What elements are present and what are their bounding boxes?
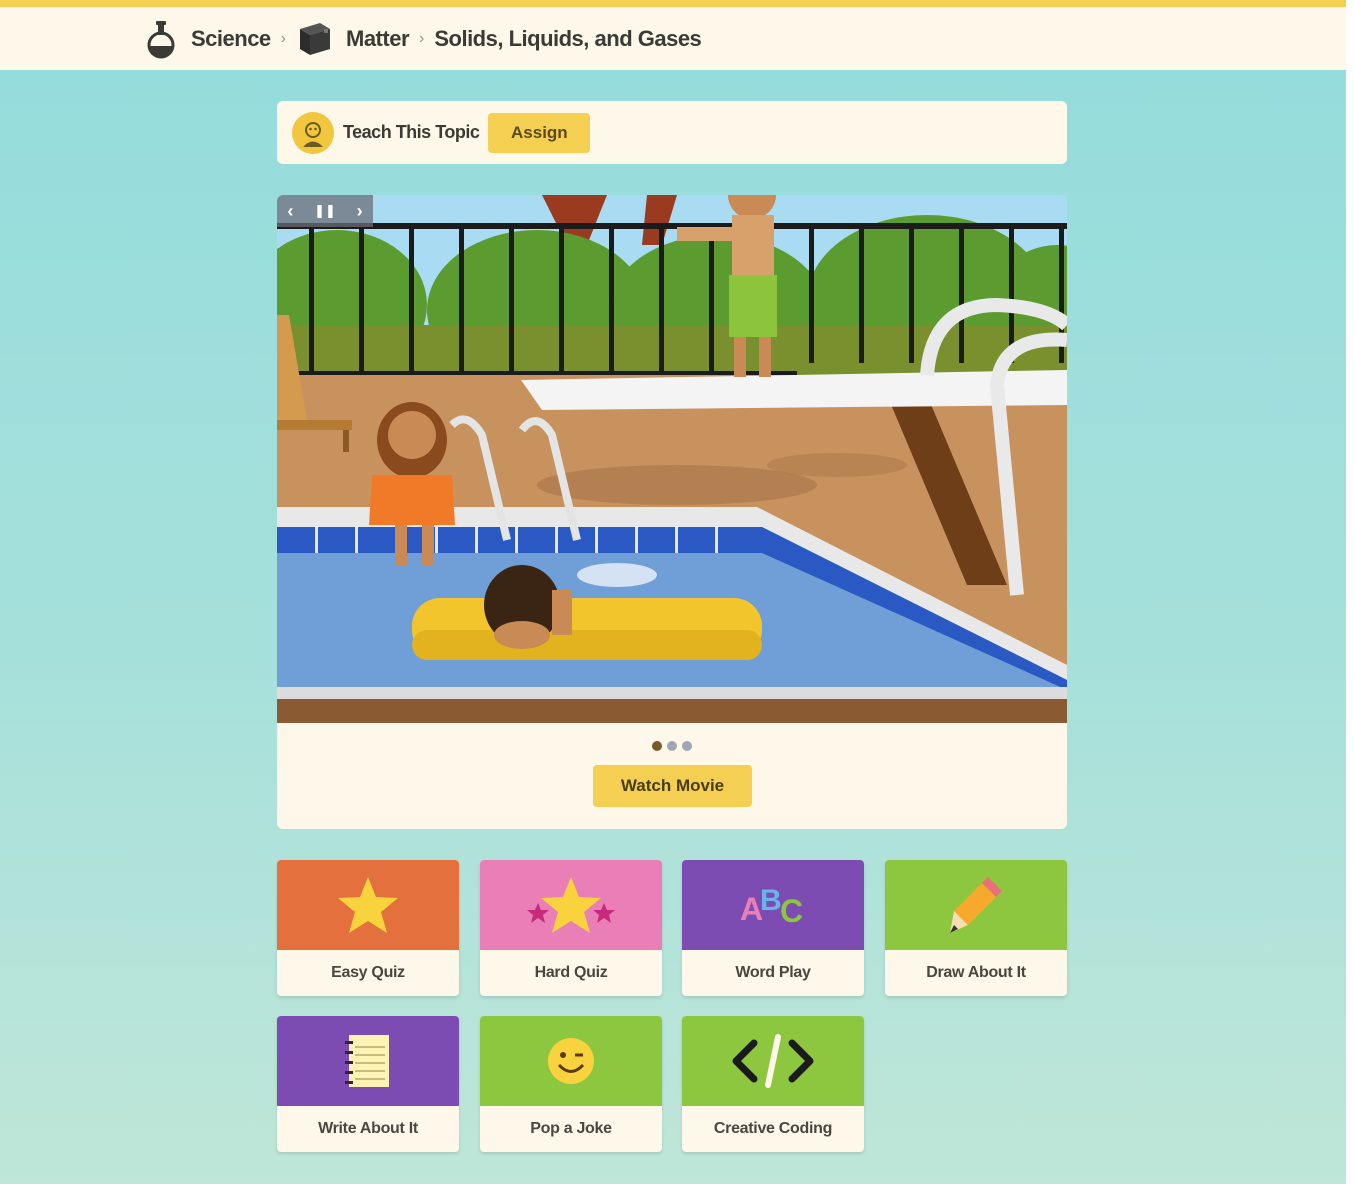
window-edge (1346, 0, 1354, 1184)
activity-label: Creative Coding (713, 1120, 833, 1137)
slide-indicator (277, 741, 1067, 751)
activity-label: Hard Quiz (534, 964, 608, 981)
svg-text:C: C (780, 893, 803, 929)
activity-creative-coding[interactable]: Creative Coding (682, 1016, 864, 1152)
previous-slide-icon[interactable]: ‹ (287, 201, 293, 222)
slide-dot-2[interactable] (667, 741, 677, 751)
notepad-icon (345, 1035, 389, 1087)
stars-icon (527, 877, 615, 933)
pause-icon[interactable]: ❚❚ (314, 203, 336, 219)
activity-draw-about-it[interactable]: Draw About It (885, 860, 1067, 996)
breadcrumb-separator: › (280, 29, 286, 47)
movie-card: ‹ ❚❚ › Watch Movie (277, 195, 1067, 829)
activity-write-about-it[interactable]: Write About It (277, 1016, 459, 1152)
star-icon (338, 877, 398, 933)
movie-preview-illustration[interactable] (277, 195, 1067, 723)
pencil-icon (950, 877, 1002, 933)
next-slide-icon[interactable]: › (357, 201, 363, 222)
activity-label: Word Play (735, 964, 811, 981)
activity-label: Easy Quiz (331, 964, 405, 981)
breadcrumb-bar: Science › Matter › Solids, Liquids, and … (0, 0, 1346, 70)
breadcrumb-matter[interactable]: Matter (346, 26, 410, 52)
breadcrumb: Science › Matter › Solids, Liquids, and … (143, 19, 702, 59)
activity-hard-quiz[interactable]: Hard Quiz (480, 860, 662, 996)
flask-icon (143, 19, 179, 59)
breadcrumb-science[interactable]: Science (191, 26, 271, 52)
activity-label: Pop a Joke (530, 1120, 612, 1137)
slideshow-controls: ‹ ❚❚ › (277, 195, 373, 227)
activity-label: Write About It (318, 1120, 418, 1137)
activity-easy-quiz[interactable]: Easy Quiz (277, 860, 459, 996)
activity-word-play[interactable]: A B C Word Play (682, 860, 864, 996)
smiley-icon (548, 1038, 594, 1084)
teach-this-topic-link[interactable]: Teach This Topic (343, 122, 480, 143)
svg-text:B: B (760, 884, 782, 917)
activity-pop-a-joke[interactable]: Pop a Joke (480, 1016, 662, 1152)
cube-icon (296, 19, 332, 59)
breadcrumb-current: Solids, Liquids, and Gases (434, 25, 702, 51)
slide-dot-1[interactable] (652, 741, 662, 751)
breadcrumb-separator: › (419, 29, 425, 47)
watch-movie-button[interactable]: Watch Movie (593, 765, 752, 807)
slide-dot-3[interactable] (682, 741, 692, 751)
teacher-avatar-icon (292, 111, 334, 154)
assign-button[interactable]: Assign (488, 112, 591, 153)
teach-bar: Teach This Topic Assign (277, 101, 1067, 164)
abc-icon: A B C (740, 884, 803, 929)
code-icon (732, 1034, 814, 1088)
activity-label: Draw About It (926, 964, 1026, 981)
